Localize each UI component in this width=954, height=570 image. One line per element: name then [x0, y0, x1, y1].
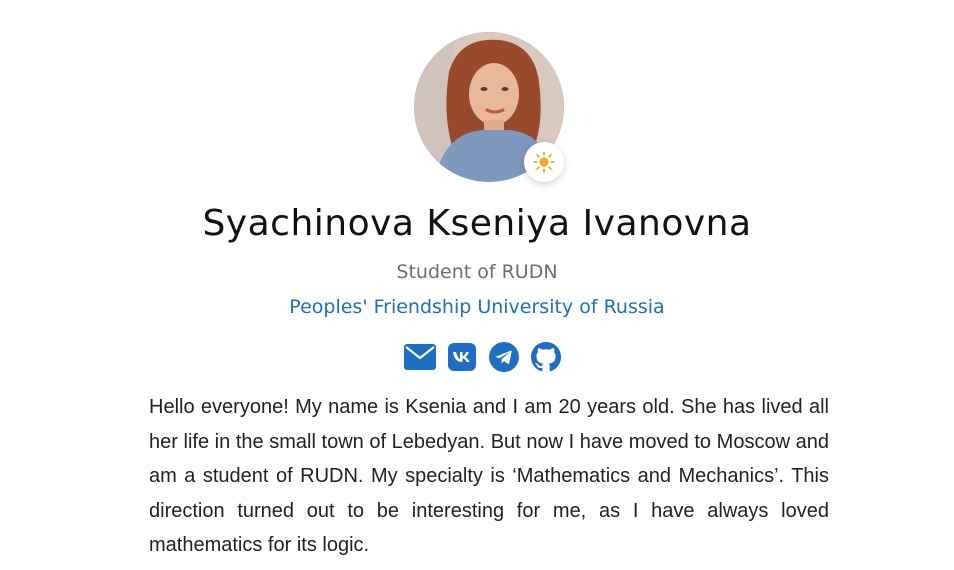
email-link[interactable]: [404, 341, 436, 373]
university-link[interactable]: Peoples' Friendship University of Russia: [0, 293, 954, 321]
telegram-icon: [489, 342, 519, 372]
vk-link[interactable]: [446, 341, 478, 373]
telegram-link[interactable]: [488, 341, 520, 373]
profile-bio: Hello everyone! My name is Ksenia and I …: [149, 396, 829, 556]
profile-subtitle: Student of RUDN: [396, 261, 558, 283]
social-links: [0, 341, 954, 373]
profile-name: Syachinova Kseniya Ivanovna: [202, 203, 752, 244]
github-link[interactable]: [530, 341, 562, 373]
profile-page: Syachinova Kseniya Ivanovna Student of R…: [0, 0, 954, 570]
envelope-icon: [404, 344, 436, 370]
theme-toggle-button[interactable]: [524, 142, 564, 182]
vk-icon: [448, 343, 476, 371]
sun-icon: [533, 151, 555, 173]
avatar-container: [414, 32, 564, 182]
github-icon: [531, 342, 561, 372]
